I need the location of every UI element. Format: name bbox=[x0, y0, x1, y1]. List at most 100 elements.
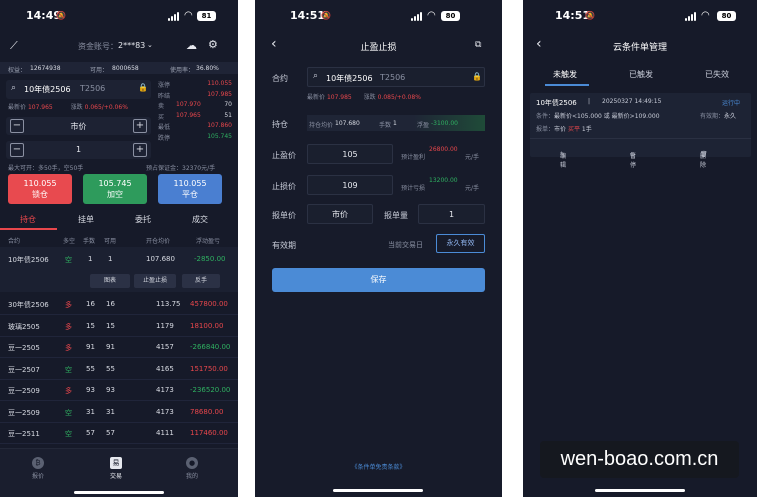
row-avail: 15 bbox=[106, 321, 115, 330]
sl-price-input[interactable]: 109 bbox=[307, 175, 393, 195]
share-icon[interactable]: ⧉ bbox=[475, 40, 481, 50]
status-bar: 14:51 🔕 ◠ 80 bbox=[255, 0, 502, 30]
quote-value: 107.985 bbox=[207, 90, 232, 98]
contract-field[interactable]: ⌕ 10年债2506 T2506 🔒 bbox=[307, 67, 485, 87]
cloud-icon[interactable]: ☁ bbox=[186, 39, 197, 52]
sl-est-value: 13200.00 bbox=[429, 177, 458, 184]
condition-order-card[interactable]: 10年债2506 | 20250327 14:49:15 运行中 条件：最新价<… bbox=[530, 93, 751, 169]
close-position-button[interactable]: 110.055 平仓 bbox=[158, 174, 222, 204]
validity-today[interactable]: 当前交易日 bbox=[388, 240, 423, 250]
tab-expired[interactable]: 已失效 bbox=[705, 69, 729, 80]
row-direction: 空 bbox=[65, 256, 72, 264]
lots-label: 手数 bbox=[379, 122, 392, 129]
tp-sl-screen: 14:51 🔕 ◠ 80 ‹ 止盈止损 ⧉ 合约 ⌕ 10年债2506 T250… bbox=[255, 0, 502, 497]
chart-button[interactable]: 图表 bbox=[90, 274, 130, 288]
tp-price-input[interactable]: 105 bbox=[307, 144, 393, 164]
lock-icon[interactable]: 🔒 bbox=[138, 83, 148, 92]
order-price: 市价 bbox=[554, 126, 567, 133]
table-row[interactable]: 豆一2509 空 31 31 4173 78680.00 bbox=[0, 402, 238, 423]
validity-permanent[interactable]: 永久有效 bbox=[436, 234, 485, 253]
table-row[interactable]: 豆一2509 多 93 93 4173 -236520.00 bbox=[0, 380, 238, 401]
plus-icon[interactable]: + bbox=[133, 119, 147, 133]
row-name: 豆一2509 bbox=[8, 408, 40, 417]
table-row[interactable]: 豆一2511 空 57 57 4111 117460.00 bbox=[0, 423, 238, 444]
signal-icon bbox=[411, 12, 425, 21]
tp-est-value: 26800.00 bbox=[429, 146, 458, 153]
margin-text: 预占保证金：32370元/手 bbox=[146, 165, 216, 172]
row-avg-price: 107.680 bbox=[146, 255, 175, 263]
tab-positions[interactable]: 持仓 bbox=[20, 214, 36, 225]
add-short-label: 加空 bbox=[107, 190, 123, 199]
minus-icon[interactable]: − bbox=[10, 143, 24, 157]
chevron-down-icon[interactable]: ⌄ bbox=[147, 41, 153, 49]
plus-icon[interactable]: + bbox=[133, 143, 147, 157]
lots-value: 1 bbox=[393, 120, 397, 127]
account-label: 资金账号： bbox=[78, 42, 118, 51]
latest-price-line: 最新价 107.985 涨跌 0.085/+0.08% bbox=[307, 92, 421, 101]
pnl-value: -3100.00 bbox=[431, 120, 458, 127]
tab-triggered[interactable]: 已触发 bbox=[629, 69, 653, 80]
tab-mine[interactable]: ● 我的 bbox=[172, 457, 212, 480]
row-name: 玻璃2505 bbox=[8, 322, 40, 331]
change-label: 涨跌 bbox=[363, 94, 376, 101]
row-pnl: 18100.00 bbox=[190, 321, 224, 330]
col-pnl: 浮动盈亏 bbox=[196, 238, 221, 245]
tab-quotes-label: 报价 bbox=[31, 473, 44, 480]
row-actions: 图表 止盈止损 反手 bbox=[0, 270, 238, 292]
quote-row: 买 107.965 51 bbox=[158, 112, 234, 123]
home-indicator bbox=[333, 489, 423, 492]
sl-est-label: 预计亏损 bbox=[401, 185, 426, 192]
card-separator: | bbox=[588, 98, 591, 105]
quote-qty: 70 bbox=[224, 101, 232, 108]
tab-pending[interactable]: 挂单 bbox=[78, 214, 94, 225]
reverse-button[interactable]: 反手 bbox=[182, 274, 220, 288]
cond-label: 条件： bbox=[536, 113, 555, 120]
save-button[interactable]: 保存 bbox=[272, 268, 485, 292]
table-row[interactable]: 豆一2505 多 91 91 4157 -266840.00 bbox=[0, 337, 238, 358]
tab-untriggered[interactable]: 未触发 bbox=[553, 69, 577, 80]
quote-row: 卖 107.970 70 bbox=[158, 101, 234, 112]
tab-trade[interactable]: 易交易 bbox=[96, 457, 136, 480]
row-lots: 31 bbox=[86, 407, 95, 416]
valid-value: 永久 bbox=[724, 113, 737, 120]
quantity-stepper[interactable]: − 1 + bbox=[6, 141, 151, 159]
quantity-value: 1 bbox=[75, 145, 82, 154]
table-row[interactable]: 豆一2507 空 55 55 4165 151750.00 bbox=[0, 359, 238, 380]
silent-icon: 🔕 bbox=[56, 11, 66, 20]
tab-quotes[interactable]: ₿ 报价 bbox=[18, 457, 58, 480]
lock-icon[interactable]: 🔒 bbox=[472, 72, 482, 81]
table-row[interactable]: 30年债2506 多 16 16 113.75 457800.00 bbox=[0, 294, 238, 315]
add-short-button[interactable]: 105.745 加空 bbox=[83, 174, 147, 204]
row-pnl: -266840.00 bbox=[190, 343, 231, 351]
row-pnl: 117460.00 bbox=[190, 429, 228, 437]
order-price-select[interactable]: 市价 bbox=[307, 204, 373, 224]
tab-trades[interactable]: 成交 bbox=[192, 214, 208, 225]
row-name: 30年债2506 bbox=[8, 301, 49, 309]
equity-label: 权益： bbox=[8, 67, 27, 74]
order-qty-input[interactable]: 1 bbox=[418, 204, 485, 224]
quote-label: 卖 bbox=[158, 103, 165, 110]
gear-icon[interactable]: ⚙ bbox=[208, 38, 218, 51]
tp-sl-button[interactable]: 止盈止损 bbox=[134, 274, 176, 288]
row-avg: 113.75 bbox=[156, 300, 181, 308]
terms-link[interactable]: 《条件单免责条款》 bbox=[255, 462, 502, 471]
row-lots: 16 bbox=[86, 300, 95, 308]
contract-search[interactable]: ⌕ 10年债2506 T2506 🔒 bbox=[6, 80, 151, 99]
lock-position-label: 锁仓 bbox=[32, 190, 48, 199]
status-time: 14:51 bbox=[290, 9, 326, 22]
table-row[interactable]: 玻璃2505 多 15 15 1179 18100.00 bbox=[0, 316, 238, 337]
quote-label: 最低 bbox=[158, 124, 171, 131]
tab-orders[interactable]: 委托 bbox=[135, 214, 151, 225]
table-row-selected[interactable]: 10年债2506 空 1 1 107.680 -2850.00 bbox=[0, 247, 238, 271]
quote-row: 跌停 105.745 bbox=[158, 133, 234, 144]
account-value[interactable]: 2***83 bbox=[118, 41, 145, 50]
row-avg: 4157 bbox=[156, 343, 174, 351]
quote-value: 110.055 bbox=[207, 80, 232, 87]
col-avg-price: 开仓均价 bbox=[146, 238, 171, 245]
chart-icon[interactable]: ⟋ bbox=[10, 39, 18, 53]
lock-position-button[interactable]: 110.055 锁仓 bbox=[8, 174, 72, 204]
minus-icon[interactable]: − bbox=[10, 119, 24, 133]
close-position-price: 110.055 bbox=[173, 179, 207, 188]
price-type-stepper[interactable]: − 市价 + bbox=[6, 117, 151, 135]
tab-mine-label: 我的 bbox=[185, 473, 198, 480]
